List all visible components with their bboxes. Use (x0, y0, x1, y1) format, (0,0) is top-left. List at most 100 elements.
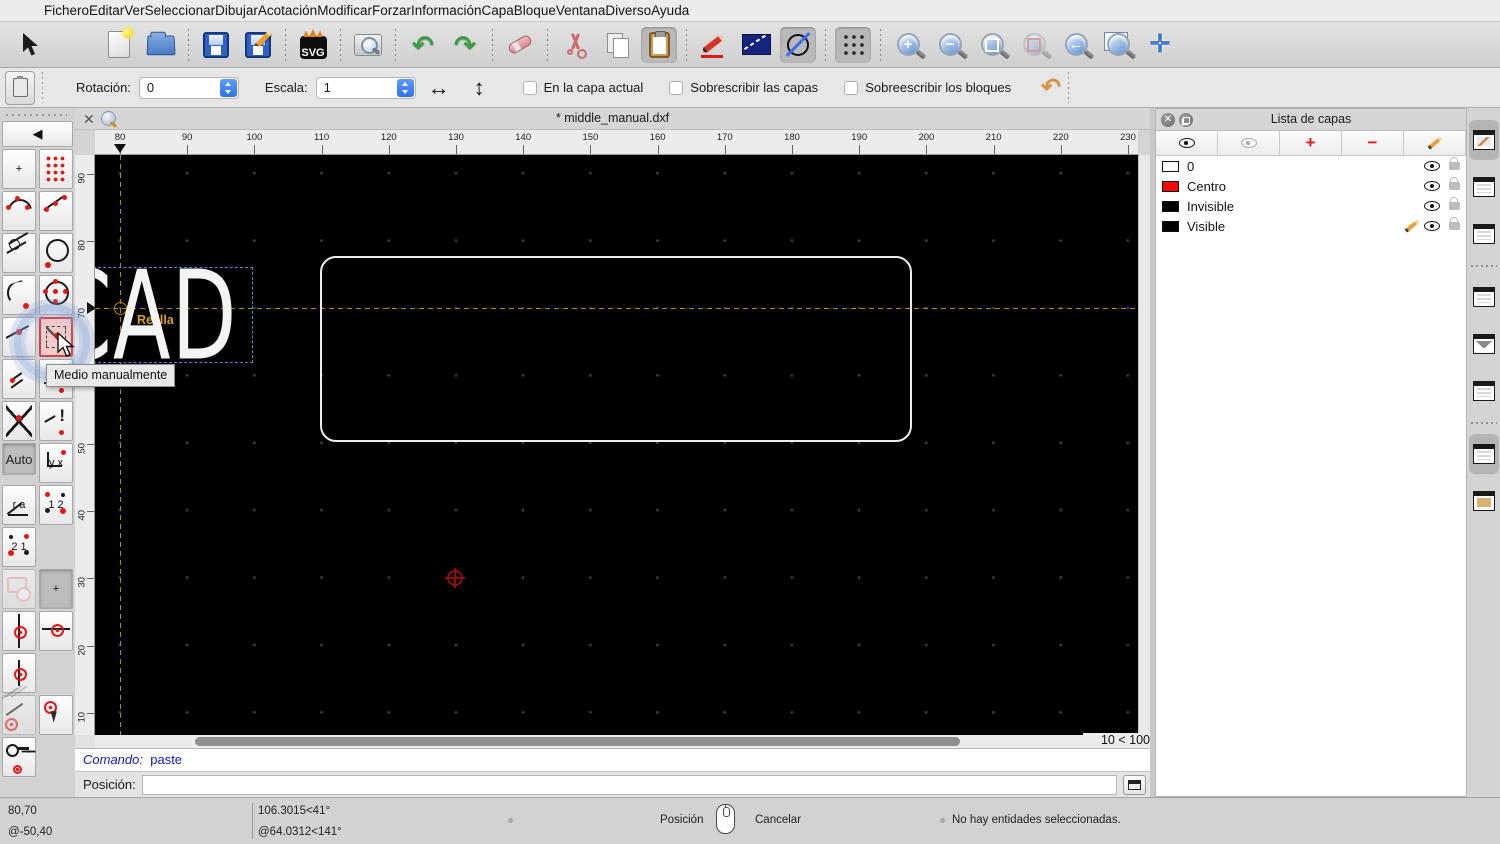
rotation-combobox[interactable]: 0 (139, 77, 239, 99)
dimension-settings-button[interactable] (738, 27, 774, 63)
tool-button[interactable] (2, 695, 36, 735)
dock-widget-button[interactable] (1469, 481, 1499, 521)
panel-close-icon[interactable]: ✕ (1161, 113, 1175, 127)
stepper-icon[interactable] (397, 79, 414, 97)
dock-widget-button[interactable] (1469, 167, 1499, 207)
tool-button[interactable]: 1 2 (39, 485, 73, 525)
tool-button[interactable] (39, 275, 73, 315)
dock-widget-button[interactable] (1469, 277, 1499, 317)
dock-widget-button[interactable] (1469, 120, 1499, 160)
copy-button[interactable] (599, 27, 635, 63)
zoom-selection-button[interactable] (1016, 27, 1052, 63)
tool-button[interactable] (39, 695, 73, 735)
menu-item[interactable]: Bloque (514, 3, 556, 18)
options-revert-button[interactable]: ↷ (1041, 73, 1061, 102)
menu-item[interactable]: Editar (89, 3, 124, 18)
tool-button[interactable] (39, 401, 73, 441)
menu-item[interactable]: Ayuda (651, 3, 689, 18)
menu-item[interactable]: Dibujar (215, 3, 258, 18)
layer-visibility-toggle[interactable] (1421, 221, 1443, 231)
add-layer-button[interactable]: + (1280, 131, 1342, 155)
checkbox[interactable] (669, 81, 683, 95)
tool-button[interactable] (2, 737, 36, 777)
export-svg-button[interactable]: SVG (295, 27, 331, 63)
paste-button[interactable] (641, 27, 677, 63)
draft-mode-button[interactable] (780, 27, 816, 63)
tool-button[interactable] (2, 317, 36, 357)
tool-button[interactable]: 2 1 (2, 527, 36, 567)
zoom-in-button[interactable]: + (890, 27, 926, 63)
tool-button[interactable] (39, 317, 73, 357)
zoom-out-button[interactable]: − (932, 27, 968, 63)
dock-widget-button[interactable] (1469, 324, 1499, 364)
command-line[interactable]: Comando: paste (75, 748, 1150, 771)
scrollbar-thumb[interactable] (195, 737, 960, 746)
delete-button[interactable] (502, 27, 538, 63)
tool-button[interactable] (2, 569, 36, 609)
layer-lock-toggle[interactable] (1449, 162, 1460, 170)
tool-button[interactable] (39, 149, 73, 189)
tool-button[interactable]: r a (2, 485, 36, 525)
open-document-button[interactable] (143, 27, 179, 63)
tool-button[interactable] (39, 191, 73, 231)
hide-all-layers-button[interactable] (1218, 131, 1280, 155)
scale-combobox[interactable]: 1 (316, 77, 416, 99)
dock-widget-button[interactable] (1471, 265, 1497, 267)
menu-item[interactable]: Capa (482, 3, 514, 18)
tool-button[interactable] (2, 359, 36, 399)
grid-toggle-button[interactable] (835, 27, 871, 63)
panel-drag-handle[interactable] (6, 111, 67, 119)
dock-widget-button[interactable] (1469, 214, 1499, 254)
menu-item[interactable]: Modificar (317, 3, 372, 18)
layer-visibility-toggle[interactable] (1421, 201, 1443, 211)
menu-item[interactable]: Fichero (44, 3, 89, 18)
tool-button[interactable] (2, 401, 36, 441)
menu-item[interactable]: Ver (124, 3, 144, 18)
save-button[interactable] (198, 27, 234, 63)
zoom-auto-button[interactable] (974, 27, 1010, 63)
checkbox[interactable] (523, 81, 537, 95)
rounded-rectangle-entity[interactable] (320, 256, 912, 442)
menu-item[interactable]: Forzar (372, 3, 411, 18)
layer-row[interactable]: Invisible (1156, 196, 1466, 216)
flip-vertical-button[interactable]: ↕ (474, 77, 485, 99)
menu-item[interactable]: Información (411, 3, 482, 18)
flip-horizontal-button[interactable]: ↔ (428, 77, 450, 99)
tool-button[interactable]: Auto (2, 443, 36, 475)
undo-button[interactable]: ↶ (405, 27, 441, 63)
pen-settings-button[interactable] (696, 27, 732, 63)
position-options-button[interactable] (1123, 775, 1146, 795)
print-preview-button[interactable] (350, 27, 386, 63)
tool-button[interactable] (39, 611, 73, 651)
pointer-tool-icon[interactable] (20, 32, 46, 58)
clipboard-widget-button[interactable] (5, 71, 35, 105)
layer-row[interactable]: 0 (1156, 156, 1466, 176)
tool-button[interactable] (2, 611, 36, 651)
tool-button[interactable] (2, 191, 36, 231)
stepper-icon[interactable] (220, 79, 237, 97)
layer-lock-toggle[interactable] (1449, 182, 1460, 190)
menu-item[interactable]: Seleccionar (145, 3, 216, 18)
horizontal-scrollbar[interactable] (95, 735, 1083, 748)
layer-row[interactable]: Visible (1156, 216, 1466, 236)
drawing-canvas[interactable]: Rejilla CAD (95, 155, 1138, 735)
new-document-button[interactable] (101, 27, 137, 63)
layer-visibility-toggle[interactable] (1421, 161, 1443, 171)
layer-row[interactable]: Centro (1156, 176, 1466, 196)
zoom-previous-button[interactable]: ← (1058, 27, 1094, 63)
checkbox[interactable] (844, 81, 858, 95)
remove-layer-button[interactable]: − (1342, 131, 1404, 155)
layer-lock-toggle[interactable] (1449, 222, 1460, 230)
save-as-button[interactable] (240, 27, 276, 63)
panel-detach-icon[interactable] (1179, 113, 1193, 127)
menu-item[interactable]: Ventana (556, 3, 606, 18)
show-all-layers-button[interactable] (1156, 131, 1218, 155)
edit-layer-button[interactable] (1404, 131, 1466, 155)
tool-button[interactable] (2, 653, 36, 693)
dock-widget-button[interactable] (1471, 422, 1497, 424)
layer-visibility-toggle[interactable] (1421, 181, 1443, 191)
menu-item[interactable]: Diverso (605, 3, 651, 18)
tool-button[interactable] (2, 233, 36, 273)
layer-lock-toggle[interactable] (1449, 202, 1460, 210)
tool-button[interactable]: y x (39, 443, 73, 483)
